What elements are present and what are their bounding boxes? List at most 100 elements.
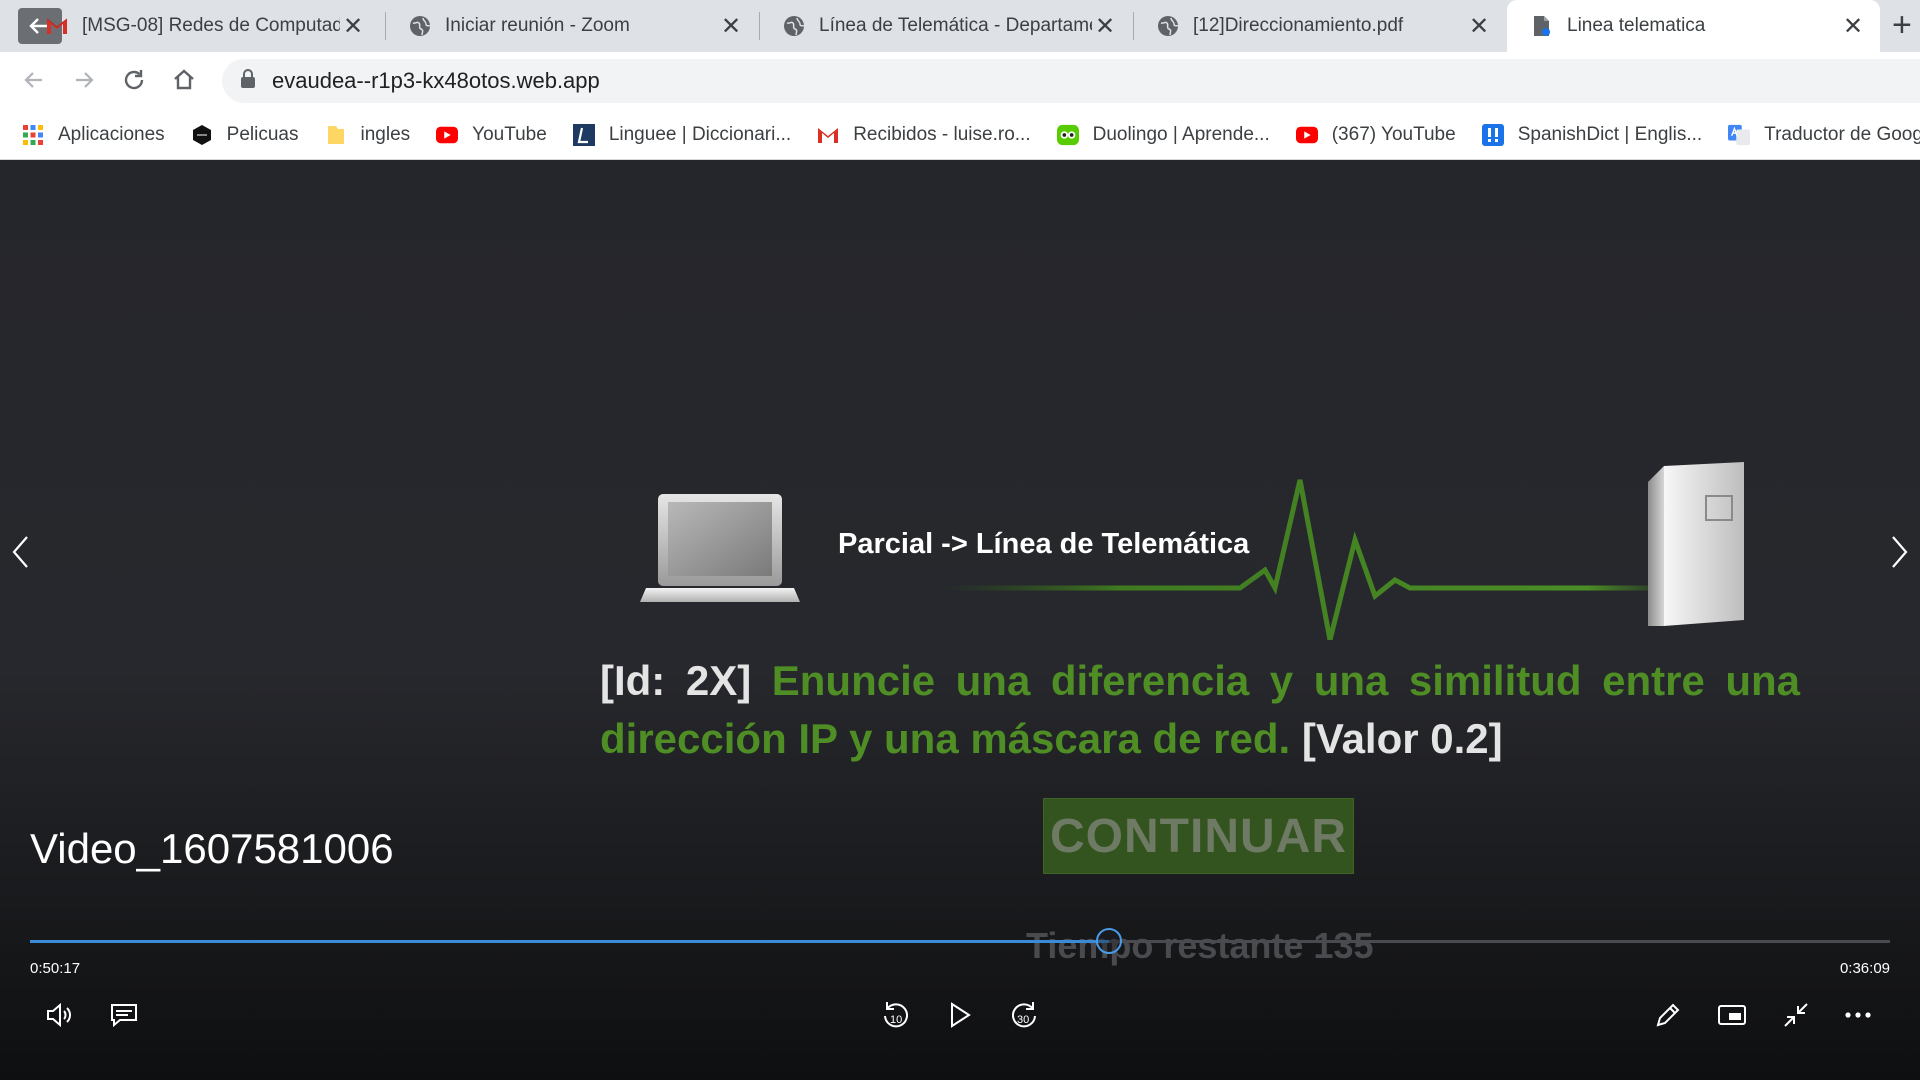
time-remaining-text: Tiempo restante 135 [1026,925,1374,966]
bookmark-label: Duolingo | Aprende... [1092,123,1270,145]
tab-msg08[interactable]: [MSG-08] Redes de Computadores ✕ [40,0,380,52]
address-bar[interactable]: evaudea--r1p3-kx48otos.web.app [222,59,1920,103]
video-title: Video_1607581006 [30,825,394,872]
bookmark-pelicuas[interactable]: Pelicuas [191,124,299,146]
bookmark-label: SpanishDict | Englis... [1517,123,1703,145]
tab-zoom[interactable]: Iniciar reunión - Zoom ✕ [385,0,758,52]
tab-close-icon[interactable]: ✕ [340,12,366,41]
home-button[interactable] [166,62,202,98]
bookmark-ingles[interactable]: ingles [325,123,411,146]
bookmark-spanishdict[interactable]: SpanishDict | Englis... [1481,123,1703,146]
heartbeat-line-icon [940,479,1660,640]
laptop-icon [640,494,800,602]
seek-bar-progress [30,940,1109,943]
back-button[interactable] [16,62,52,98]
tab-close-icon[interactable]: ✕ [1092,12,1118,41]
bookmark-youtube-367[interactable]: (367) YouTube [1295,123,1456,146]
forward-30-button[interactable]: 30 [1002,993,1046,1037]
question-id: [Id: 2X] [600,657,752,704]
seek-bar-thumb[interactable] [1095,928,1122,954]
chevron-left-icon [12,536,28,568]
new-tab-button[interactable]: + [1892,6,1912,45]
exit-fullscreen-button[interactable] [1774,993,1818,1037]
tab-strip: [MSG-08] Redes de Computadores ✕ Iniciar… [0,0,1920,52]
reload-button[interactable] [116,62,152,98]
svg-text:30: 30 [1017,1014,1029,1026]
server-icon [1648,462,1744,626]
bookmark-youtube[interactable]: YouTube [436,124,547,146]
youtube-icon [1295,124,1318,146]
tab-title: Iniciar reunión - Zoom [445,15,630,36]
tab-close-icon[interactable]: ✕ [1840,12,1866,41]
play-icon [951,1002,971,1028]
bookmark-label: YouTube [472,123,547,145]
folder-icon [325,124,347,146]
tab-title: Linea telematica [1567,15,1706,36]
question-body: Enuncie una diferencia y una similitud e… [600,657,1801,762]
hexagon-logo-icon [191,124,213,146]
telematica-banner: Parcial -> Línea de Telemática [640,460,1760,660]
tab-close-icon[interactable]: ✕ [718,12,744,41]
previous-arrow-button[interactable] [0,522,40,582]
home-icon [174,69,194,90]
bookmarks-bar: Aplicaciones Pelicuas ingles YouTube Lin… [0,110,1920,160]
apps-grid-icon [22,124,44,146]
play-button[interactable] [938,993,982,1037]
more-options-button[interactable] [1836,993,1880,1037]
tab-linea-departamento[interactable]: Línea de Telemática - Departamento ✕ [759,0,1132,52]
youtube-icon [436,124,459,146]
bookmark-label: ingles [360,123,411,145]
gmail-icon [817,124,839,146]
bookmark-label: (367) YouTube [1331,123,1456,145]
bookmark-label: Linguee | Diccionari... [608,123,792,145]
forward-button[interactable] [66,62,102,98]
chevron-right-icon [1892,536,1908,568]
tab-title: Línea de Telemática - Departamento [819,15,1092,36]
forward-30-icon: 30 [1012,1002,1036,1028]
volume-button[interactable] [38,993,82,1037]
ellipsis-icon [1845,1012,1871,1018]
edit-button[interactable] [1646,993,1690,1037]
pencil-icon [1656,1003,1680,1027]
google-translate-icon [1728,124,1751,146]
total-time: 0:36:09 [1839,960,1890,977]
svg-text:10: 10 [890,1014,902,1026]
captions-button[interactable] [102,993,146,1037]
continue-button[interactable]: CONTINUAR [1043,798,1354,874]
duolingo-icon [1056,124,1079,146]
elapsed-time: 0:50:17 [30,960,81,977]
globe-icon [409,15,431,37]
exit-fullscreen-icon [1784,1003,1808,1027]
globe-icon [783,15,805,37]
bookmark-label: Aplicaciones [58,123,165,145]
rewind-10-button[interactable]: 10 [874,993,918,1037]
linguee-icon [572,123,595,146]
gmail-icon [46,15,68,37]
bookmark-duolingo[interactable]: Duolingo | Aprende... [1056,123,1270,146]
video-player[interactable]: Parcial -> Línea de Telemática [Id: 2X] … [0,160,1920,1080]
globe-icon [1157,15,1179,37]
url-text: evaudea--r1p3-kx48otos.web.app [272,68,600,93]
question-value: [Valor 0.2] [1301,715,1503,762]
document-icon [1531,15,1553,37]
volume-icon [47,1002,71,1028]
seek-bar[interactable] [30,928,1890,954]
bookmark-traductor[interactable]: Traductor de Google [1728,124,1920,146]
bookmark-aplicaciones[interactable]: Aplicaciones [22,124,165,146]
next-arrow-button[interactable] [1880,522,1920,582]
bookmark-linguee[interactable]: Linguee | Diccionari... [572,123,792,146]
rewind-10-icon: 10 [884,1002,908,1028]
browser-toolbar: evaudea--r1p3-kx48otos.web.app [0,52,1920,110]
bookmark-recibidos[interactable]: Recibidos - luise.ro... [817,123,1031,146]
picture-in-picture-icon [1718,1005,1746,1025]
bookmark-label: Pelicuas [226,123,299,145]
tab-close-icon[interactable]: ✕ [1466,12,1492,41]
mini-view-button[interactable] [1710,993,1754,1037]
lock-icon [240,68,256,94]
forward-arrow-icon [76,72,94,88]
question-text: [Id: 2X] Enuncie una diferencia y una si… [600,652,1800,768]
tab-title: [MSG-08] Redes de Computadores [82,15,340,36]
tab-direccionamiento-pdf[interactable]: [12]Direccionamiento.pdf ✕ [1133,0,1506,52]
bookmark-label: Recibidos - luise.ro... [853,123,1031,145]
tab-linea-telematica[interactable]: Linea telematica ✕ [1507,0,1880,52]
